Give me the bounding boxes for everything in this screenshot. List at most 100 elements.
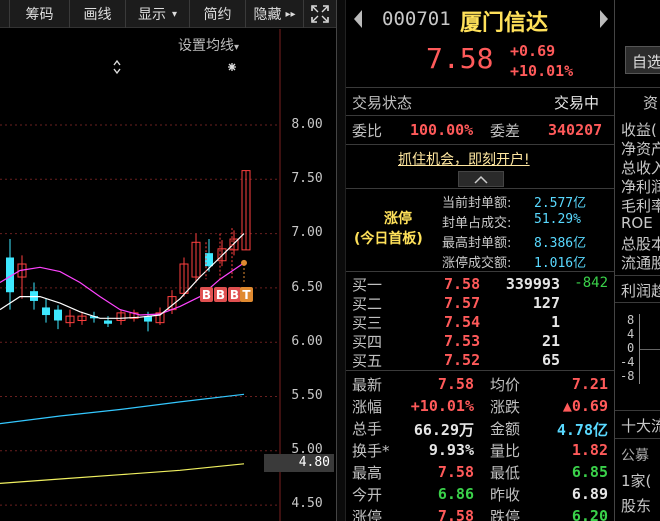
stat-value: 9.93% — [428, 441, 474, 459]
open-account-link[interactable]: 抓住机会，即刻开户! — [398, 149, 530, 169]
stat-row: 涨幅 +10.01% 涨跌 ▲0.69 — [346, 395, 614, 417]
simple-button[interactable]: 简约 — [190, 0, 246, 28]
stat-value: 6.86 — [437, 485, 474, 503]
current-price-tag: 4.80 — [264, 454, 334, 472]
display-dropdown[interactable]: 显示 ▾ — [126, 0, 190, 28]
stat-value: 66.29万 — [413, 421, 474, 439]
add-watchlist-button[interactable]: 自选 — [625, 46, 660, 74]
stat-row: 涨停 7.58 跌停 6.20 — [346, 505, 614, 521]
set-ma-button[interactable]: 设置均线▾ — [178, 35, 239, 55]
limit-up-subtitle: (今日首板) — [354, 231, 423, 247]
stock-code: 000701 — [382, 8, 451, 30]
chevron-up-icon — [474, 175, 488, 184]
signal-badge-label: B — [202, 288, 211, 302]
fullscreen-icon — [311, 5, 329, 23]
bid-row[interactable]: 买一 7.58 339993 -842 — [346, 274, 614, 294]
y-tick-800: 8.00 — [291, 117, 323, 132]
bid-row[interactable]: 买二 7.57 127 — [346, 293, 614, 313]
signal-badge-label: B — [230, 288, 239, 302]
hide-label: 隐藏 — [253, 7, 282, 23]
ma120-line — [0, 463, 245, 484]
bid-volume: 65 — [541, 351, 560, 369]
weibi-value: 100.00% — [410, 121, 474, 139]
stat-label: 涨停 — [352, 508, 383, 521]
limit-up-title: 涨停 — [384, 211, 412, 227]
stat-value: +10.01% — [410, 397, 474, 415]
panel-divider[interactable] — [336, 0, 346, 521]
draw-line-button[interactable]: 画线 — [70, 0, 126, 28]
limit-stat-value: 2.577亿 — [534, 196, 587, 211]
stat-label: 跌停 — [490, 508, 521, 521]
signal-dot — [241, 259, 247, 266]
stat-value: 1.82 — [571, 441, 608, 459]
ma5-line — [0, 233, 245, 319]
weibi-label: 委比 — [352, 122, 383, 140]
profit-trend-tab[interactable]: 利润趋 — [621, 280, 660, 301]
chips-button[interactable]: 筹码 — [10, 0, 70, 28]
limit-stat-value: 51.29% — [534, 212, 581, 227]
bid-level-label: 买二 — [352, 295, 383, 313]
limit-stat-label: 封单占成交: — [442, 216, 512, 231]
fund-label: 公募 — [621, 448, 649, 464]
price-change: +0.69 — [510, 42, 556, 60]
limit-stat-value: 1.016亿 — [534, 256, 587, 271]
star-icon — [228, 63, 236, 71]
signal-badge-label: B — [216, 288, 225, 302]
stat-row: 总手 66.29万 金额 4.78亿 — [346, 417, 614, 439]
stat-value: 4.78亿 — [556, 421, 608, 439]
weicha-value: 340207 — [548, 121, 603, 139]
y-tick-600: 6.00 — [291, 334, 323, 349]
mini-axis-8: 8 — [627, 313, 635, 327]
display-label: 显示 — [137, 7, 166, 23]
stat-label: 涨跌 — [490, 398, 521, 416]
hide-button[interactable]: 隐藏 ▸▸ — [246, 0, 304, 28]
stock-name: 厦门信达 — [460, 11, 549, 36]
chips-label: 筹码 — [25, 7, 54, 23]
y-tick-700: 7.00 — [291, 225, 323, 240]
stat-value: 6.89 — [571, 485, 608, 503]
bid-price: 7.53 — [444, 332, 481, 350]
stat-label: 涨幅 — [352, 398, 383, 416]
stat-row: 今开 6.86 昨收 6.89 — [346, 483, 614, 505]
stat-value: 6.85 — [571, 463, 608, 481]
collapse-button[interactable] — [458, 171, 504, 187]
kline-chart[interactable]: BBBT 设置均线▾ 8.00 7.50 7.00 6.50 6.00 5.50… — [0, 29, 336, 521]
side-item-net-profit: 净利润 — [621, 178, 660, 196]
weicha-label: 委差 — [490, 122, 521, 140]
last-price: 7.58 — [426, 42, 494, 75]
stat-value: 7.21 — [571, 375, 608, 393]
stat-row: 换手* 9.93% 量比 1.82 — [346, 439, 614, 461]
side-item-nav: 净资产 — [621, 140, 660, 158]
prev-stock-arrow[interactable] — [352, 8, 364, 34]
fullscreen-button[interactable] — [304, 0, 336, 28]
next-stock-arrow[interactable] — [598, 8, 610, 34]
stat-value: ▲0.69 — [562, 397, 608, 415]
bid-row[interactable]: 买五 7.52 65 — [346, 350, 614, 370]
stat-label: 今开 — [352, 486, 383, 504]
stat-label: 总手 — [352, 420, 383, 438]
side-item-gross-margin: 毛利率 — [621, 197, 660, 215]
bid-price: 7.54 — [444, 313, 481, 331]
stat-value: 7.58 — [437, 507, 474, 521]
bid-price: 7.52 — [444, 351, 481, 369]
side-item-roe: ROE — [621, 214, 653, 232]
stat-label: 金额 — [490, 420, 521, 438]
stat-label: 量比 — [490, 442, 521, 460]
mini-axis-neg8: -8 — [620, 369, 635, 383]
toolbar-edge — [0, 0, 10, 28]
mini-trend-chart — [639, 314, 660, 384]
stat-label: 昨收 — [490, 486, 521, 504]
bid-row[interactable]: 买四 7.53 21 — [346, 331, 614, 351]
side-item-total-shares: 总股本 — [621, 235, 660, 253]
bid-volume: 339993 — [505, 275, 560, 293]
limit-stat-label: 最高封单额: — [442, 236, 512, 251]
top10-holders-tab[interactable]: 十大流 — [621, 415, 660, 436]
y-tick-650: 6.50 — [291, 280, 323, 295]
expand-arrows-icon — [113, 59, 121, 75]
double-arrow-icon: ▸▸ — [285, 8, 296, 20]
mini-axis-0: 0 — [627, 341, 635, 355]
mini-axis-neg4: -4 — [620, 355, 635, 369]
bid-level-label: 买一 — [352, 276, 383, 294]
bid-row[interactable]: 买三 7.54 1 — [346, 312, 614, 332]
side-tab-profile[interactable]: 资 — [643, 92, 658, 113]
